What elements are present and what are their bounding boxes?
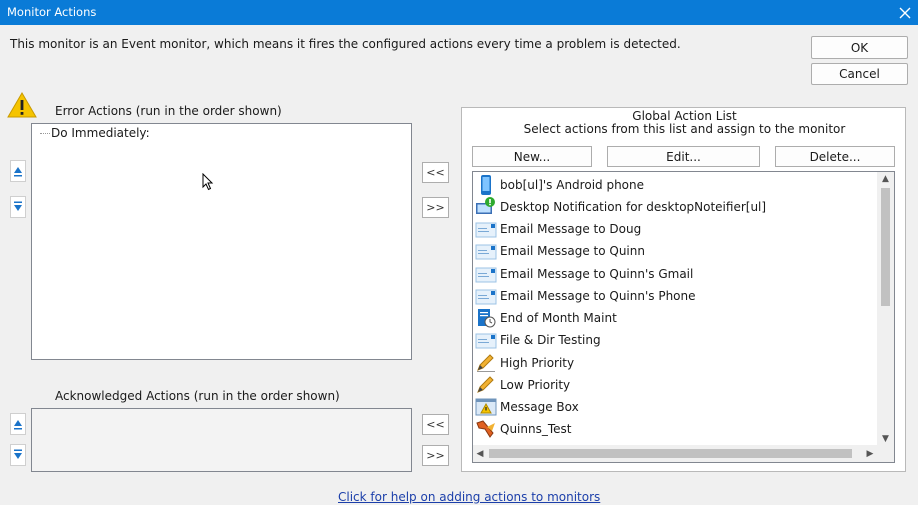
- tree-connector: [40, 133, 50, 134]
- acknowledged-actions-list[interactable]: [31, 408, 412, 472]
- up-arrow-icon: [14, 420, 22, 430]
- up-arrow-icon: [14, 167, 22, 177]
- list-item-label: Desktop Notification for desktopNoteifie…: [500, 200, 767, 214]
- mouse-cursor-icon: [202, 173, 214, 191]
- phone-icon: [475, 175, 497, 195]
- email-icon: [475, 330, 497, 350]
- acknowledged-actions-label: Acknowledged Actions (run in the order s…: [55, 389, 340, 403]
- list-item-label: High Priority: [500, 356, 575, 370]
- scroll-up-icon[interactable]: ▲: [877, 172, 894, 186]
- list-item-label: Email Message to Quinn: [500, 244, 645, 258]
- global-action-title: Global Action List: [632, 109, 737, 123]
- list-item-label: Email Message to Quinn's Gmail: [500, 267, 694, 281]
- list-item-label: End of Month Maint: [500, 311, 617, 325]
- ok-button[interactable]: OK: [811, 36, 908, 59]
- assign-left-button[interactable]: <<: [422, 162, 449, 183]
- warning-icon: [7, 92, 37, 118]
- move-down-button[interactable]: [10, 196, 26, 218]
- email-icon: [475, 286, 497, 306]
- close-button[interactable]: [892, 0, 918, 25]
- list-item-label: Message Box: [500, 400, 579, 414]
- pencil-icon: [475, 375, 497, 395]
- vertical-scrollbar[interactable]: ▲ ▼: [877, 172, 894, 446]
- ack-assign-right-button[interactable]: >>: [422, 445, 449, 466]
- delete-action-button[interactable]: Delete...: [775, 146, 895, 167]
- list-item[interactable]: Email Message to Quinn's Phone: [475, 285, 696, 307]
- ack-assign-left-button[interactable]: <<: [422, 414, 449, 435]
- wrench-icon: [475, 419, 497, 439]
- ack-move-up-button[interactable]: [10, 413, 26, 435]
- close-icon: [899, 7, 911, 18]
- pencil-icon: [475, 353, 497, 373]
- email-icon: [475, 219, 497, 239]
- tree-node-do-immediately[interactable]: Do Immediately:: [51, 126, 150, 140]
- help-link[interactable]: Click for help on adding actions to moni…: [338, 490, 600, 504]
- list-item[interactable]: Message Box: [475, 396, 579, 418]
- message-box-icon: [475, 397, 497, 417]
- cancel-button[interactable]: Cancel: [811, 63, 908, 85]
- down-arrow-icon: [14, 449, 22, 459]
- window-title: Monitor Actions: [7, 5, 97, 19]
- scroll-right-icon[interactable]: ▶: [863, 445, 877, 462]
- error-actions-list[interactable]: Do Immediately:: [31, 123, 412, 360]
- list-item[interactable]: Quinns_Test: [475, 418, 571, 440]
- scroll-down-icon[interactable]: ▼: [877, 432, 894, 446]
- global-action-subtitle: Select actions from this list and assign…: [523, 122, 846, 136]
- list-item-label: File & Dir Testing: [500, 333, 601, 347]
- new-action-button[interactable]: New...: [472, 146, 592, 167]
- email-icon: [475, 264, 497, 284]
- monitor-description: This monitor is an Event monitor, which …: [10, 37, 681, 51]
- list-item[interactable]: End of Month Maint: [475, 307, 617, 329]
- scroll-thumb[interactable]: [881, 188, 890, 306]
- list-item[interactable]: Low Priority: [475, 374, 570, 396]
- scheduled-task-icon: [475, 308, 497, 328]
- hscroll-thumb[interactable]: [489, 449, 852, 458]
- assign-right-button[interactable]: >>: [422, 197, 449, 218]
- horizontal-scrollbar[interactable]: ◀ ▶: [473, 445, 894, 462]
- list-item[interactable]: bob[ul]'s Android phone: [475, 174, 644, 196]
- global-action-list[interactable]: bob[ul]'s Android phone Desktop Notifica…: [472, 171, 895, 463]
- list-item-label: Email Message to Doug: [500, 222, 642, 236]
- list-item[interactable]: Email Message to Quinn's Gmail: [475, 263, 693, 285]
- scroll-left-icon[interactable]: ◀: [473, 445, 487, 462]
- list-item-label: bob[ul]'s Android phone: [500, 178, 645, 192]
- title-bar: Monitor Actions: [0, 0, 918, 25]
- list-item[interactable]: Email Message to Doug: [475, 218, 641, 240]
- error-actions-label: Error Actions (run in the order shown): [55, 104, 282, 118]
- email-icon: [475, 241, 497, 261]
- list-item[interactable]: File & Dir Testing: [475, 329, 601, 351]
- down-arrow-icon: [14, 201, 22, 211]
- ack-move-down-button[interactable]: [10, 444, 26, 466]
- list-item-label: Low Priority: [500, 378, 571, 392]
- list-item-label: Email Message to Quinn's Phone: [500, 289, 696, 303]
- list-item[interactable]: High Priority: [475, 352, 574, 374]
- list-item[interactable]: Desktop Notification for desktopNoteifie…: [475, 196, 766, 218]
- list-item-label: Quinns_Test: [500, 422, 572, 436]
- move-up-button[interactable]: [10, 160, 26, 182]
- list-item[interactable]: Email Message to Quinn: [475, 240, 645, 262]
- desktop-notification-icon: [475, 197, 497, 217]
- edit-action-button[interactable]: Edit...: [607, 146, 760, 167]
